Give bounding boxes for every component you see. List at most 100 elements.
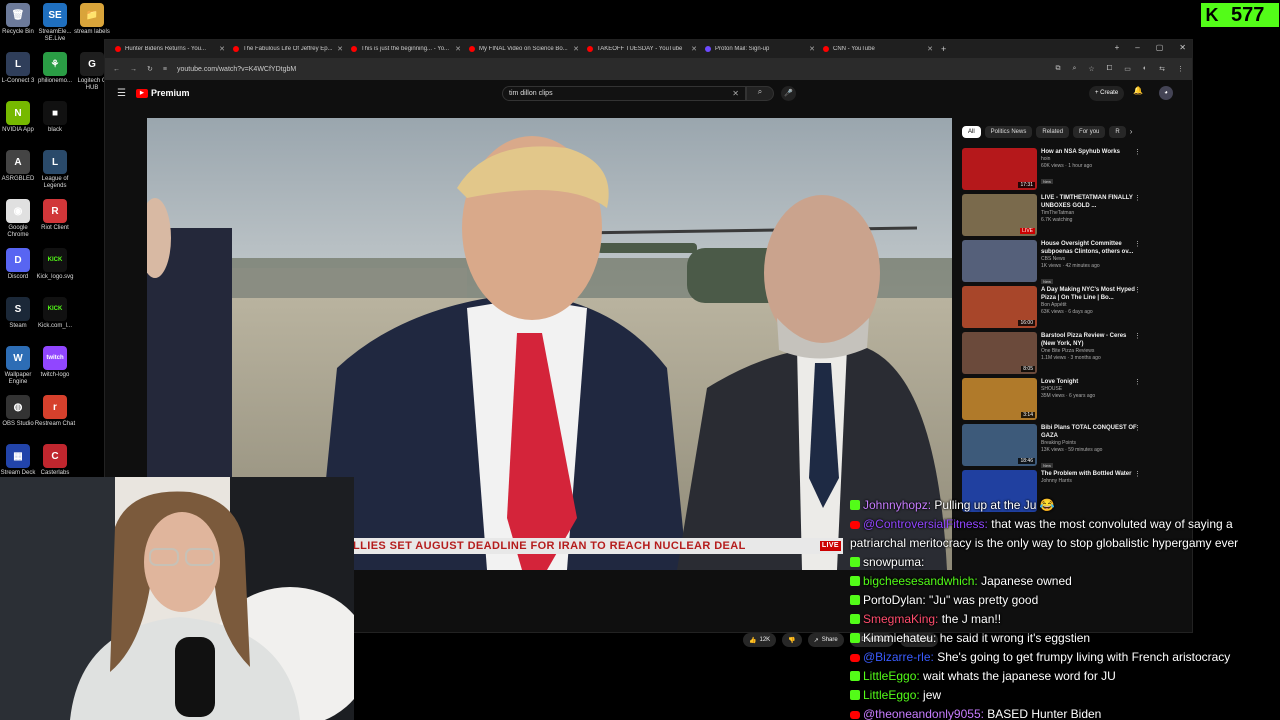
- create-button[interactable]: + Create: [1089, 86, 1125, 101]
- hamburger-menu-icon[interactable]: ☰: [117, 88, 126, 99]
- more-options-icon[interactable]: ⋮: [1134, 194, 1141, 202]
- browser-tab[interactable]: This is just the beginning... - Yo... ✕: [347, 42, 465, 56]
- video-title[interactable]: LIVE - TIMTHETATMAN FINALLY UNBOXES GOLD…: [1041, 194, 1137, 210]
- more-options-icon[interactable]: ⋮: [1134, 378, 1141, 386]
- maximize-icon[interactable]: ▢: [1156, 43, 1164, 52]
- site-info-icon[interactable]: ≡: [163, 66, 167, 73]
- recommendation-item[interactable]: LIVE LIVE - TIMTHETATMAN FINALLY UNBOXES …: [962, 194, 1147, 236]
- channel-name[interactable]: One Bite Pizza Reviews: [1041, 348, 1137, 355]
- video-thumbnail[interactable]: 17:31: [962, 148, 1037, 190]
- video-thumbnail[interactable]: LIVE: [962, 194, 1037, 236]
- recommendation-item[interactable]: 17:31 How an NSA Spyhub Works hoin 60K view…: [962, 148, 1147, 190]
- recommendation-item[interactable]: 16:00 A Day Making NYC's Most Hyped Pizza…: [962, 286, 1147, 328]
- extensions-icon[interactable]: ⧠: [1107, 65, 1113, 73]
- browser-tab[interactable]: Proton Mail: Sign-up ✕: [701, 42, 819, 56]
- browser-tab[interactable]: Hunter Bidens Returns - You... ✕: [111, 42, 229, 56]
- dislike-button[interactable]: 👎: [782, 633, 802, 647]
- desktop-icon-kick-logo-svg[interactable]: KICK Kick_logo.svg: [34, 248, 76, 281]
- chip-related[interactable]: Related: [1036, 126, 1070, 138]
- more-options-icon[interactable]: ⋮: [1134, 148, 1141, 156]
- video-thumbnail[interactable]: [962, 240, 1037, 282]
- chip-all[interactable]: All: [962, 126, 981, 138]
- more-options-icon[interactable]: ⋮: [1134, 424, 1141, 432]
- youtube-logo[interactable]: ▶ Premium: [135, 88, 189, 98]
- bookmark-star-icon[interactable]: ☆: [1088, 65, 1094, 73]
- url-field[interactable]: youtube.com/watch?v=K4WCfYDtgbM: [177, 66, 1045, 73]
- close-tab-icon[interactable]: ✕: [809, 45, 815, 53]
- new-tab-button[interactable]: +: [941, 44, 946, 54]
- channel-name[interactable]: SHOUSE: [1041, 386, 1137, 393]
- desktop-icon-streamele-se-live[interactable]: SE StreamEle... SE.Live: [34, 3, 76, 43]
- desktop-icon-twitch-logo[interactable]: twitch twitch-logo: [34, 346, 76, 379]
- menu-dots-icon[interactable]: ⋮: [1177, 65, 1184, 73]
- browser-tab[interactable]: CNN - YouTube ✕: [819, 42, 937, 56]
- new-window-icon[interactable]: +: [1115, 43, 1120, 52]
- video-title[interactable]: A Day Making NYC's Most Hyped Pizza | On…: [1041, 286, 1137, 302]
- desktop-icon-kick-com-l[interactable]: KICK Kick.com_l...: [34, 297, 76, 330]
- video-thumbnail[interactable]: 16:00: [962, 286, 1037, 328]
- desktop-icon-stream-labels[interactable]: 📁 stream labels: [71, 3, 113, 36]
- close-tab-icon[interactable]: ✕: [573, 45, 579, 53]
- more-options-icon[interactable]: ⋮: [1134, 470, 1141, 478]
- desktop-icon-restream-chat[interactable]: r Restream Chat: [34, 395, 76, 428]
- more-options-icon[interactable]: ⋮: [1134, 286, 1141, 294]
- video-thumbnail[interactable]: 3:14: [962, 378, 1037, 420]
- install-icon[interactable]: ⧉: [1055, 65, 1060, 73]
- video-title[interactable]: Bibi Plans TOTAL CONQUEST OF GAZA: [1041, 424, 1137, 440]
- zoom-icon[interactable]: ⌕: [1072, 65, 1076, 73]
- channel-name[interactable]: CBS News: [1041, 256, 1137, 263]
- close-tab-icon[interactable]: ✕: [691, 45, 697, 53]
- desktop-icon-league-of-legends[interactable]: L League of Legends: [34, 150, 76, 190]
- minimize-icon[interactable]: –: [1135, 43, 1139, 52]
- channel-name[interactable]: Breaking Points: [1041, 440, 1137, 447]
- video-title[interactable]: House Oversight Committee subpoenas Clin…: [1041, 240, 1137, 256]
- profile-icon[interactable]: ◐: [1143, 65, 1147, 73]
- share-browser-icon[interactable]: ⇆: [1159, 65, 1165, 73]
- video-title[interactable]: The Problem with Bottled Water: [1041, 470, 1137, 478]
- chip-for-you[interactable]: For you: [1073, 126, 1106, 138]
- close-tab-icon[interactable]: ✕: [219, 45, 225, 53]
- close-window-icon[interactable]: ✕: [1179, 43, 1186, 52]
- chips-next-icon[interactable]: ›: [1130, 126, 1133, 138]
- close-tab-icon[interactable]: ✕: [927, 45, 933, 53]
- desktop-icon-black[interactable]: ■ black: [34, 101, 76, 134]
- recommendation-item[interactable]: 18:46 Bibi Plans TOTAL CONQUEST OF GAZA Br…: [962, 424, 1147, 468]
- reload-icon[interactable]: ↻: [147, 65, 153, 73]
- channel-name[interactable]: Johnny Harris: [1041, 478, 1137, 485]
- like-button[interactable]: 👍 12K: [743, 633, 777, 647]
- back-icon[interactable]: ←: [113, 66, 120, 73]
- browser-tab[interactable]: The Fabulous Life Of Jeffrey Ep... ✕: [229, 42, 347, 56]
- channel-name[interactable]: hoin: [1041, 156, 1137, 163]
- channel-name[interactable]: TimTheTatman: [1041, 210, 1137, 217]
- desktop-icon-casterlabs[interactable]: C Casterlabs: [34, 444, 76, 477]
- search-input[interactable]: tim dillon clips ✕: [502, 86, 746, 101]
- account-avatar[interactable]: ◕: [1159, 86, 1173, 100]
- channel-name[interactable]: Bon Appétit: [1041, 302, 1137, 309]
- browser-tab[interactable]: My FINAL Video on Science Bo... ✕: [465, 42, 583, 56]
- notifications-bell-icon[interactable]: 🔔: [1133, 86, 1143, 95]
- video-thumbnail[interactable]: 8:05: [962, 332, 1037, 374]
- more-options-icon[interactable]: ⋮: [1134, 332, 1141, 340]
- sidebar-icon[interactable]: ▭: [1124, 65, 1131, 73]
- chip-r[interactable]: R: [1109, 126, 1126, 138]
- voice-search-icon[interactable]: 🎤: [781, 86, 796, 101]
- video-title[interactable]: Love Tonight: [1041, 378, 1137, 386]
- video-title[interactable]: Barstool Pizza Review - Ceres (New York,…: [1041, 332, 1137, 348]
- browser-tab[interactable]: TAKEOFF TUESDAY - YouTube ✕: [583, 42, 701, 56]
- recommendation-item[interactable]: House Oversight Committee subpoenas Clin…: [962, 240, 1147, 284]
- close-tab-icon[interactable]: ✕: [455, 45, 461, 53]
- recommendation-item[interactable]: 3:14 Love Tonight SHOUSE 35M views · 6 year…: [962, 378, 1147, 420]
- recommendation-item[interactable]: 8:05 Barstool Pizza Review - Ceres (New Y…: [962, 332, 1147, 374]
- desktop-icon-philionemo[interactable]: ⚘ philionemo...: [34, 52, 76, 85]
- more-options-icon[interactable]: ⋮: [1134, 240, 1141, 248]
- desktop-icon-riot-client[interactable]: R Riot Client: [34, 199, 76, 232]
- video-title[interactable]: How an NSA Spyhub Works: [1041, 148, 1137, 156]
- chip-politics-news[interactable]: Politics News: [984, 126, 1033, 138]
- forward-icon[interactable]: →: [130, 66, 137, 73]
- close-tab-icon[interactable]: ✕: [337, 45, 343, 53]
- search-button[interactable]: ⌕: [746, 86, 774, 101]
- kick-badge-icon: [850, 595, 860, 605]
- share-button[interactable]: ↗ Share: [807, 633, 844, 647]
- video-thumbnail[interactable]: 18:46: [962, 424, 1037, 466]
- clear-search-icon[interactable]: ✕: [732, 89, 739, 98]
